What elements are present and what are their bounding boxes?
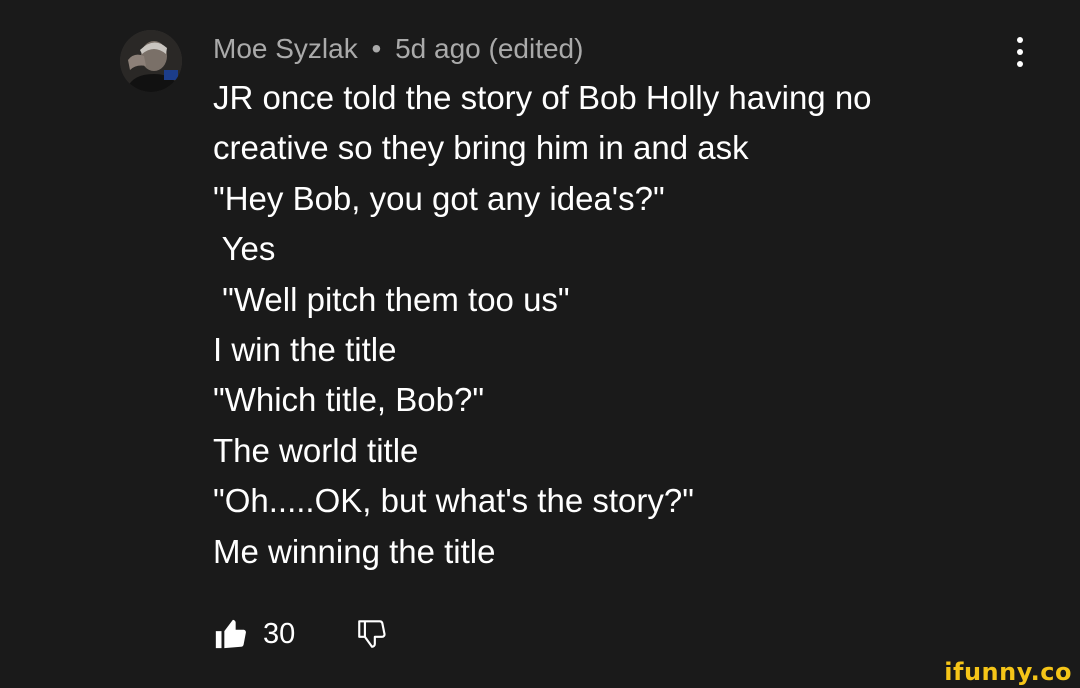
thumbs-down-icon [358, 620, 386, 648]
comment-line: I win the title [213, 330, 397, 368]
avatar-portrait-icon [120, 30, 182, 92]
more-dot-icon [1017, 49, 1023, 55]
ifunny-watermark: ifunny.co [944, 658, 1072, 686]
comment-line: The world title [213, 431, 419, 469]
comment-timestamp: 5d ago (edited) [395, 33, 584, 64]
comment-meta: Moe Syzlak • 5d ago (edited) [213, 30, 583, 68]
like-count: 30 [263, 617, 296, 650]
comment-line: "Well pitch them too us" [213, 280, 570, 318]
comment-line: "Hey Bob, you got any idea's?" [213, 179, 665, 217]
author-avatar[interactable] [120, 30, 182, 92]
thumbs-up-icon [215, 619, 246, 649]
more-options-button[interactable] [1006, 32, 1034, 72]
author-name[interactable]: Moe Syzlak [213, 33, 358, 64]
comment-line: "Oh.....OK, but what's the story?" [213, 482, 694, 520]
more-dot-icon [1017, 61, 1023, 67]
comment-line: JR once told the story of Bob Holly havi… [213, 79, 872, 116]
comment-text: JR once told the story of Bob Holly havi… [213, 73, 872, 577]
comment-line: Me winning the title [213, 532, 496, 570]
comment-line: "Which title, Bob?" [213, 381, 485, 419]
comment-line: creative so they bring him in and ask [213, 129, 749, 167]
dislike-button[interactable] [355, 614, 395, 654]
more-dot-icon [1017, 37, 1023, 43]
like-button[interactable] [213, 614, 249, 654]
comment-line: Yes [213, 230, 276, 268]
comment-actions: 30 [213, 612, 395, 656]
meta-separator: • [371, 33, 382, 64]
